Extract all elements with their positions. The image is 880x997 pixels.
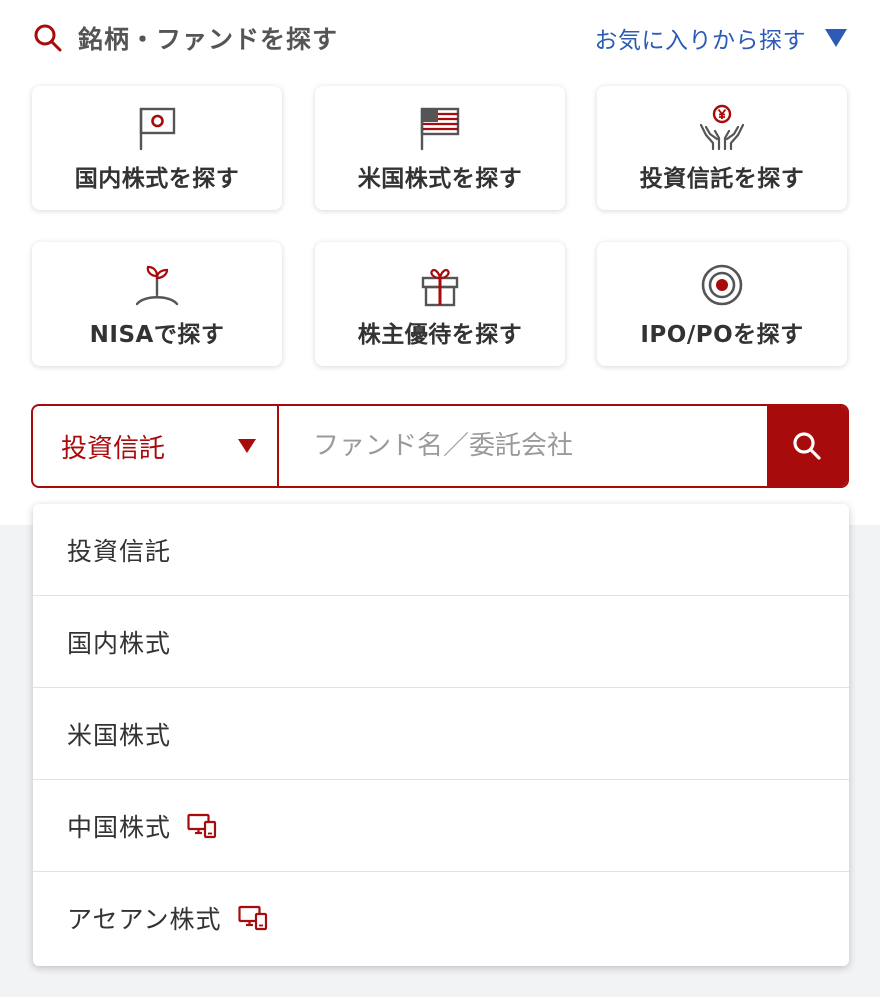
- tile-ipo-po[interactable]: IPO/POを探す: [597, 242, 847, 366]
- gift-icon: [421, 268, 459, 307]
- search-button[interactable]: [767, 406, 847, 486]
- tile-label: 国内株式を探す: [74, 166, 240, 192]
- search-input[interactable]: [279, 406, 767, 486]
- dropdown-option-label: 中国株式: [67, 812, 172, 842]
- category-dropdown: 投資信託 国内株式 米国株式 中国株式 アセアン株式: [33, 504, 849, 966]
- pc-only-icon: [187, 813, 217, 838]
- target-icon: [701, 264, 743, 306]
- dropdown-option-label: 投資信託: [67, 536, 172, 566]
- category-select-value[interactable]: 投資信託: [61, 428, 165, 465]
- header-title-group: 銘柄・ファンドを探す: [32, 20, 338, 56]
- search-icon[interactable]: [790, 429, 824, 463]
- sprout-icon: [135, 265, 179, 306]
- tile-domestic-stocks[interactable]: 国内株式を探す: [32, 86, 282, 210]
- pc-only-icon: [237, 905, 267, 931]
- dropdown-option-investment-trusts[interactable]: 投資信託: [33, 504, 849, 596]
- tile-investment-trusts[interactable]: 投資信託を探す: [597, 86, 847, 210]
- dropdown-option-label: 米国株式: [67, 720, 172, 750]
- dropdown-option-domestic-stocks[interactable]: 国内株式: [33, 596, 849, 688]
- tile-nisa[interactable]: NISAで探す: [32, 242, 282, 366]
- yen-hands-icon: [699, 104, 745, 151]
- tile-label: IPO/POを探す: [640, 322, 804, 348]
- favorites-link[interactable]: お気に入りから探す: [595, 21, 807, 55]
- dropdown-option-asean-stocks[interactable]: アセアン株式: [33, 872, 849, 964]
- triangle-down-icon[interactable]: [824, 28, 848, 48]
- dropdown-option-label: アセアン株式: [67, 905, 222, 934]
- triangle-down-icon[interactable]: [237, 438, 257, 454]
- tile-label: 株主優待を探す: [357, 322, 523, 348]
- tile-shareholder-benefits[interactable]: 株主優待を探す: [315, 242, 565, 366]
- search-bar: 投資信託: [31, 404, 849, 488]
- japan-flag-icon: [139, 107, 176, 151]
- dropdown-option-china-stocks[interactable]: 中国株式: [33, 780, 849, 872]
- page-title: 銘柄・ファンドを探す: [78, 25, 339, 54]
- favorites-search-toggle[interactable]: お気に入りから探す: [595, 21, 849, 55]
- dropdown-option-us-stocks[interactable]: 米国株式: [33, 688, 849, 780]
- tile-label: 投資信託を探す: [639, 166, 805, 192]
- search-icon: [34, 24, 62, 52]
- us-flag-icon: [420, 107, 460, 151]
- tile-label: NISAで探す: [89, 322, 225, 348]
- tile-us-stocks[interactable]: 米国株式を探す: [315, 86, 565, 210]
- search-header: 銘柄・ファンドを探す お気に入りから探す: [32, 18, 848, 58]
- tile-label: 米国株式を探す: [357, 166, 523, 192]
- dropdown-option-label: 国内株式: [67, 628, 172, 658]
- category-select[interactable]: 投資信託: [33, 406, 279, 486]
